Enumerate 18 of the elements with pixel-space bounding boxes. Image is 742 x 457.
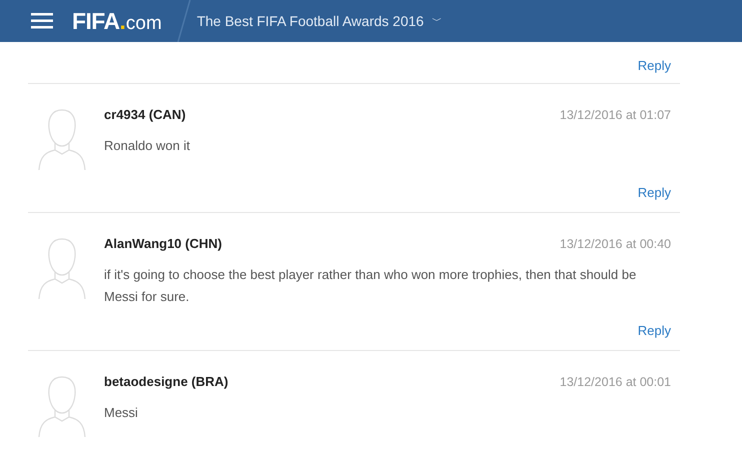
- site-logo[interactable]: FIFA.com: [72, 10, 162, 32]
- avatar-icon: [38, 237, 86, 299]
- menu-icon[interactable]: [31, 13, 53, 29]
- comment-author: cr4934 (CAN): [104, 106, 186, 124]
- reply-link[interactable]: Reply: [638, 59, 671, 72]
- comment-date: 13/12/2016 at 01:07: [560, 106, 671, 124]
- comment-text: Ronaldo won it: [104, 137, 191, 155]
- comment-author: AlanWang10 (CHN): [104, 235, 222, 254]
- comment-date: 13/12/2016 at 00:01: [560, 374, 671, 391]
- avatar-icon: [38, 108, 86, 170]
- comment-date: 13/12/2016 at 00:40: [560, 236, 671, 253]
- comment-text: if it's going to choose the best player rather than who won more trophies, then that should be Messi for sure.: [104, 266, 638, 306]
- comment-author: betaodesigne (BRA): [104, 373, 228, 392]
- reply-link[interactable]: Reply: [638, 186, 671, 199]
- reply-link[interactable]: Reply: [638, 324, 671, 337]
- section-title[interactable]: The Best FIFA Football Awards 2016 ﹀: [196, 10, 442, 32]
- avatar-icon: [38, 375, 86, 437]
- comment-text: Messi: [104, 404, 139, 422]
